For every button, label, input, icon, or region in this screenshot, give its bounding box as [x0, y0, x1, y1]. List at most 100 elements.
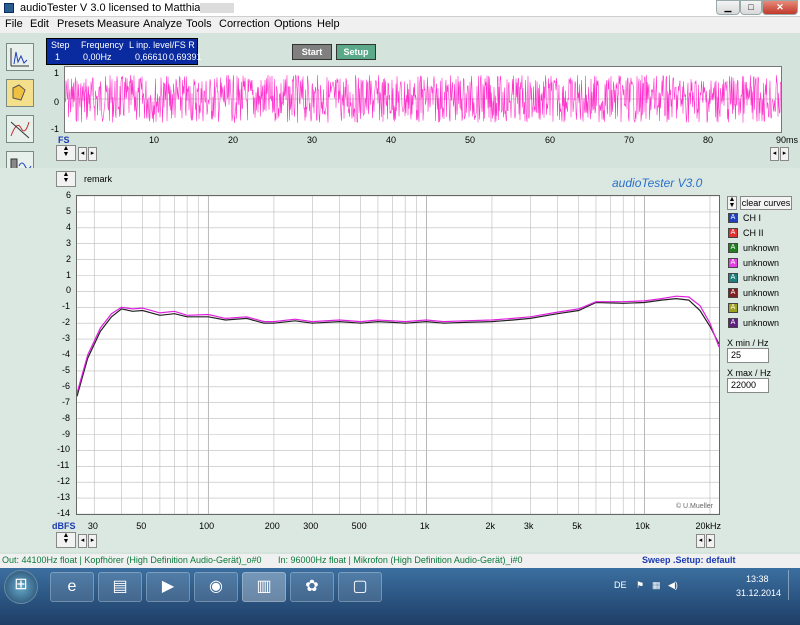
- minimize-button[interactable]: ▁: [716, 0, 740, 15]
- scope-x-tick: 20: [228, 135, 239, 145]
- y-range-spinner[interactable]: ▲ ▼: [56, 171, 76, 187]
- scope-fs-label: FS: [58, 135, 70, 145]
- y-tick-label: 2: [66, 253, 72, 264]
- xmax-label: X max / Hz: [727, 368, 772, 378]
- legend-swatch[interactable]: A: [728, 273, 738, 283]
- legend-swatch[interactable]: A: [728, 258, 738, 268]
- maximize-button[interactable]: □: [740, 0, 762, 15]
- language-indicator[interactable]: DE: [614, 580, 627, 590]
- media-player-icon[interactable]: ▶: [146, 572, 190, 602]
- x-tick-label: 20kHz: [695, 521, 721, 531]
- response-curve-1: [76, 297, 720, 397]
- legend-swatch[interactable]: A: [728, 228, 738, 238]
- menu-measure[interactable]: Measure: [97, 18, 140, 30]
- legend-label: unknown: [743, 288, 780, 298]
- window-task-icon[interactable]: ▢: [338, 572, 382, 602]
- app-task-icon[interactable]: ✿: [290, 572, 334, 602]
- spectrum-tool-icon[interactable]: [6, 43, 34, 71]
- scope-scroll-right[interactable]: ▸: [88, 147, 97, 161]
- y-tick-label: 1: [66, 269, 72, 280]
- y-tick-label: -12: [57, 476, 71, 487]
- y-tick-label: -4: [62, 349, 71, 359]
- menu-help[interactable]: Help: [317, 18, 340, 30]
- scope-x-tick: 10: [149, 135, 160, 145]
- folder-icon[interactable]: ▤: [98, 572, 142, 602]
- menu-presets[interactable]: Presets: [57, 18, 94, 30]
- scope-x-tick: 70: [624, 135, 635, 145]
- xmin-input[interactable]: 25: [727, 348, 769, 363]
- xmin-label: X min / Hz: [727, 338, 769, 348]
- audiotester-task-icon[interactable]: ▥: [242, 572, 286, 602]
- legend-swatch[interactable]: A: [728, 318, 738, 328]
- readout-frequency: 0,00Hz: [83, 52, 112, 62]
- clear-curves-button[interactable]: clear curves: [740, 196, 792, 210]
- scope-y-spinner[interactable]: ▲ ▼: [56, 145, 76, 161]
- chart-zoom-left[interactable]: ◂: [696, 534, 705, 548]
- y-tick-label: -1: [62, 301, 71, 312]
- legend-swatch[interactable]: A: [728, 303, 738, 313]
- clock-time[interactable]: 13:38: [746, 574, 769, 584]
- x-tick-label: 2k: [485, 521, 496, 531]
- legend-label: unknown: [743, 258, 780, 268]
- menu-analyze[interactable]: Analyze: [143, 18, 182, 30]
- filter-tool-icon[interactable]: [6, 115, 34, 143]
- menu-edit[interactable]: Edit: [30, 18, 49, 30]
- x-range-spinner[interactable]: ▲ ▼: [56, 532, 76, 548]
- menu-file[interactable]: File: [5, 18, 23, 30]
- scope-x-tick: 30: [307, 135, 318, 145]
- x-tick-label: 100: [199, 521, 215, 531]
- scope-trace: [64, 74, 782, 123]
- legend-swatch[interactable]: A: [728, 288, 738, 298]
- readout-frequency-header: Frequency: [81, 40, 124, 50]
- x-tick-label: 5k: [572, 521, 582, 531]
- scope-x-tick: 80: [703, 135, 714, 145]
- legend-label: unknown: [743, 318, 780, 328]
- chart-zoom-right[interactable]: ▸: [706, 534, 715, 548]
- ie-icon[interactable]: e: [50, 572, 94, 602]
- network-icon[interactable]: ▦: [652, 580, 661, 591]
- y-tick-label: 4: [66, 221, 72, 232]
- scope-x-tick: 40: [386, 135, 397, 145]
- y-tick-label: -5: [62, 364, 71, 375]
- response-curve-2: [76, 295, 720, 394]
- scope-zoom-left[interactable]: ◂: [770, 147, 779, 161]
- remark-label: remark: [84, 174, 113, 184]
- x-tick-label: 500: [351, 521, 367, 531]
- setup-button[interactable]: Setup: [336, 44, 376, 60]
- y-tick-label: -7: [62, 396, 71, 407]
- menu-correction[interactable]: Correction: [219, 18, 270, 30]
- close-button[interactable]: ✕: [762, 0, 798, 15]
- legend-swatch[interactable]: A: [728, 243, 738, 253]
- status-input: In: 96000Hz float | Mikrofon (High Defin…: [278, 555, 523, 565]
- status-bar: Out: 44100Hz float | Kopfhörer (High Def…: [0, 554, 800, 568]
- speaker-tool-icon[interactable]: [6, 79, 34, 107]
- xmax-input[interactable]: 22000: [727, 378, 769, 393]
- x-tick-label: 1k: [419, 521, 430, 531]
- y-tick-label: -2: [62, 317, 71, 328]
- readout-level-l: 0,66610: [135, 52, 168, 62]
- menu-options[interactable]: Options: [274, 18, 312, 30]
- title-bar: audioTester V 3.0 licensed to Matthias ▁…: [0, 0, 800, 17]
- volume-icon[interactable]: ◀): [668, 580, 678, 591]
- legend-swatch[interactable]: A: [728, 213, 738, 223]
- scope-zoom-right[interactable]: ▸: [780, 147, 789, 161]
- scope-scroll-left[interactable]: ◂: [78, 147, 87, 161]
- y-tick-label: 5: [66, 205, 72, 216]
- scope-y-tick: -1: [51, 124, 60, 134]
- clock-date[interactable]: 31.12.2014: [736, 588, 781, 598]
- legend-label: CH II: [743, 228, 764, 238]
- legend-label: unknown: [743, 243, 780, 253]
- chart-scroll-left[interactable]: ◂: [78, 534, 87, 548]
- start-button[interactable]: Start: [292, 44, 332, 60]
- legend-label: unknown: [743, 273, 780, 283]
- menu-tools[interactable]: Tools: [186, 18, 212, 30]
- start-orb-icon[interactable]: ⊞: [4, 570, 38, 604]
- show-desktop-button[interactable]: [788, 570, 798, 600]
- y-tick-label: 3: [66, 237, 72, 248]
- firefox-icon[interactable]: ◉: [194, 572, 238, 602]
- flag-icon[interactable]: ⚑: [636, 580, 644, 591]
- chart-scroll-right[interactable]: ▸: [88, 534, 97, 548]
- legend-label: CH I: [743, 213, 761, 223]
- measurement-readout: Step Frequency L inp. level/FS R 1 0,00H…: [46, 38, 202, 65]
- curve-spinner[interactable]: ▲ ▼: [727, 196, 737, 210]
